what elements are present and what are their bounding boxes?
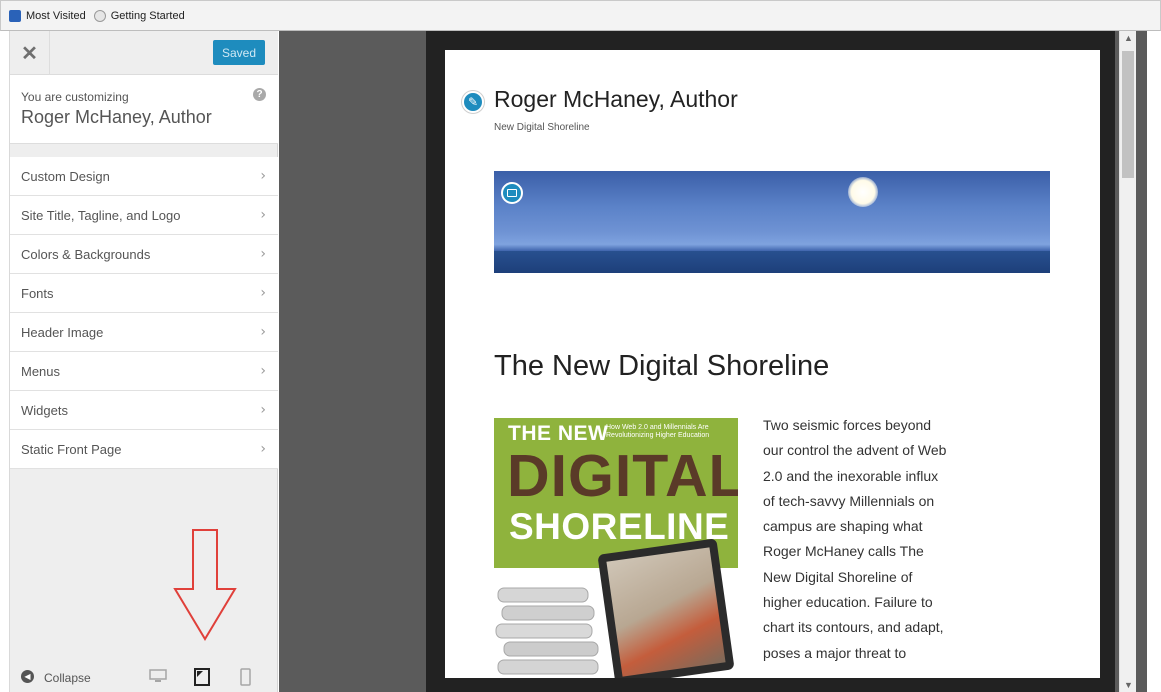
book-cover-image: THE NEW How Web 2.0 and Millennials Are … (494, 418, 738, 678)
desktop-preview-icon[interactable] (149, 669, 167, 683)
site-title[interactable]: Roger McHaney, Author (494, 86, 738, 113)
chevron-right-icon: › (260, 402, 266, 418)
down-arrow-annotation-icon (173, 529, 237, 641)
chevron-right-icon: › (260, 324, 266, 340)
section-label: Colors & Backgrounds (21, 246, 151, 262)
customizing-label: You are customizing (21, 90, 129, 104)
chevron-right-icon: › (260, 207, 266, 223)
customizer-sections: Custom Design › Site Title, Tagline, and… (10, 157, 278, 469)
customizer-info-panel: You are customizing Roger McHaney, Autho… (10, 75, 278, 144)
close-button[interactable]: ✕ (10, 31, 50, 75)
header-image (494, 171, 1050, 273)
moon-image (848, 177, 878, 207)
preview-scrollbar[interactable]: ▲ ▼ (1119, 31, 1136, 692)
pencil-icon[interactable]: ✎ (462, 91, 484, 113)
section-label: Fonts (21, 285, 54, 301)
post-excerpt: Two seismic forces beyond our control th… (763, 417, 947, 661)
section-static-front-page[interactable]: Static Front Page › (10, 430, 278, 469)
most-visited-icon (9, 9, 21, 22)
tablet-illustration (597, 538, 735, 678)
section-site-title-tagline-logo[interactable]: Site Title, Tagline, and Logo › (10, 196, 278, 235)
scroll-up-icon[interactable]: ▲ (1124, 33, 1133, 43)
tablet-preview-icon[interactable] (194, 668, 210, 686)
section-label: Widgets (21, 402, 68, 418)
book-cover-subtitle: How Web 2.0 and Millennials Are Revoluti… (606, 424, 710, 439)
image-edit-icon[interactable] (501, 182, 523, 204)
section-label: Custom Design (21, 168, 110, 184)
section-fonts[interactable]: Fonts › (10, 274, 278, 313)
site-name: Roger McHaney, Author (21, 107, 212, 127)
customizer-footer: ◀ Collapse (10, 662, 278, 692)
section-menus[interactable]: Menus › (10, 352, 278, 391)
chevron-right-icon: › (260, 285, 266, 301)
bookmark-most-visited[interactable]: Most Visited (9, 9, 86, 22)
section-widgets[interactable]: Widgets › (10, 391, 278, 430)
section-label: Menus (21, 363, 61, 379)
site-tagline: New Digital Shoreline (494, 122, 590, 133)
bookmark-getting-started[interactable]: Getting Started (93, 9, 185, 22)
section-colors-backgrounds[interactable]: Colors & Backgrounds › (10, 235, 278, 274)
site-preview-page: ✎ Roger McHaney, Author New Digital Shor… (445, 50, 1100, 678)
book-cover-line2: DIGITAL (507, 443, 738, 509)
scrollbar-thumb[interactable] (1122, 51, 1134, 178)
post-title[interactable]: The New Digital Shoreline (494, 350, 829, 383)
horizon-image (494, 251, 1050, 273)
chevron-right-icon: › (260, 168, 266, 184)
mobile-preview-icon[interactable] (240, 668, 251, 686)
scroll-down-icon[interactable]: ▼ (1124, 680, 1133, 690)
customizer-sidebar: ✕ Saved You are customizing Roger McHane… (9, 31, 278, 692)
saved-button[interactable]: Saved (213, 40, 265, 65)
close-icon: ✕ (21, 42, 38, 65)
book-stack-illustration (495, 587, 599, 675)
section-label: Header Image (21, 324, 104, 340)
customizer-header: ✕ Saved (10, 31, 278, 75)
section-custom-design[interactable]: Custom Design › (10, 157, 278, 196)
getting-started-icon (93, 9, 106, 22)
section-label: Static Front Page (21, 441, 122, 457)
collapse-icon: ◀ (21, 670, 34, 683)
collapse-label: Collapse (44, 671, 91, 685)
help-icon[interactable]: ? (253, 88, 266, 101)
bookmarks-toolbar: Most Visited Getting Started (0, 0, 1161, 31)
bookmark-label: Getting Started (110, 9, 185, 22)
chevron-right-icon: › (260, 363, 266, 379)
section-header-image[interactable]: Header Image › (10, 313, 278, 352)
chevron-right-icon: › (260, 441, 266, 457)
bookmark-label: Most Visited (26, 9, 86, 22)
chevron-right-icon: › (260, 246, 266, 262)
section-label: Site Title, Tagline, and Logo (21, 207, 181, 223)
